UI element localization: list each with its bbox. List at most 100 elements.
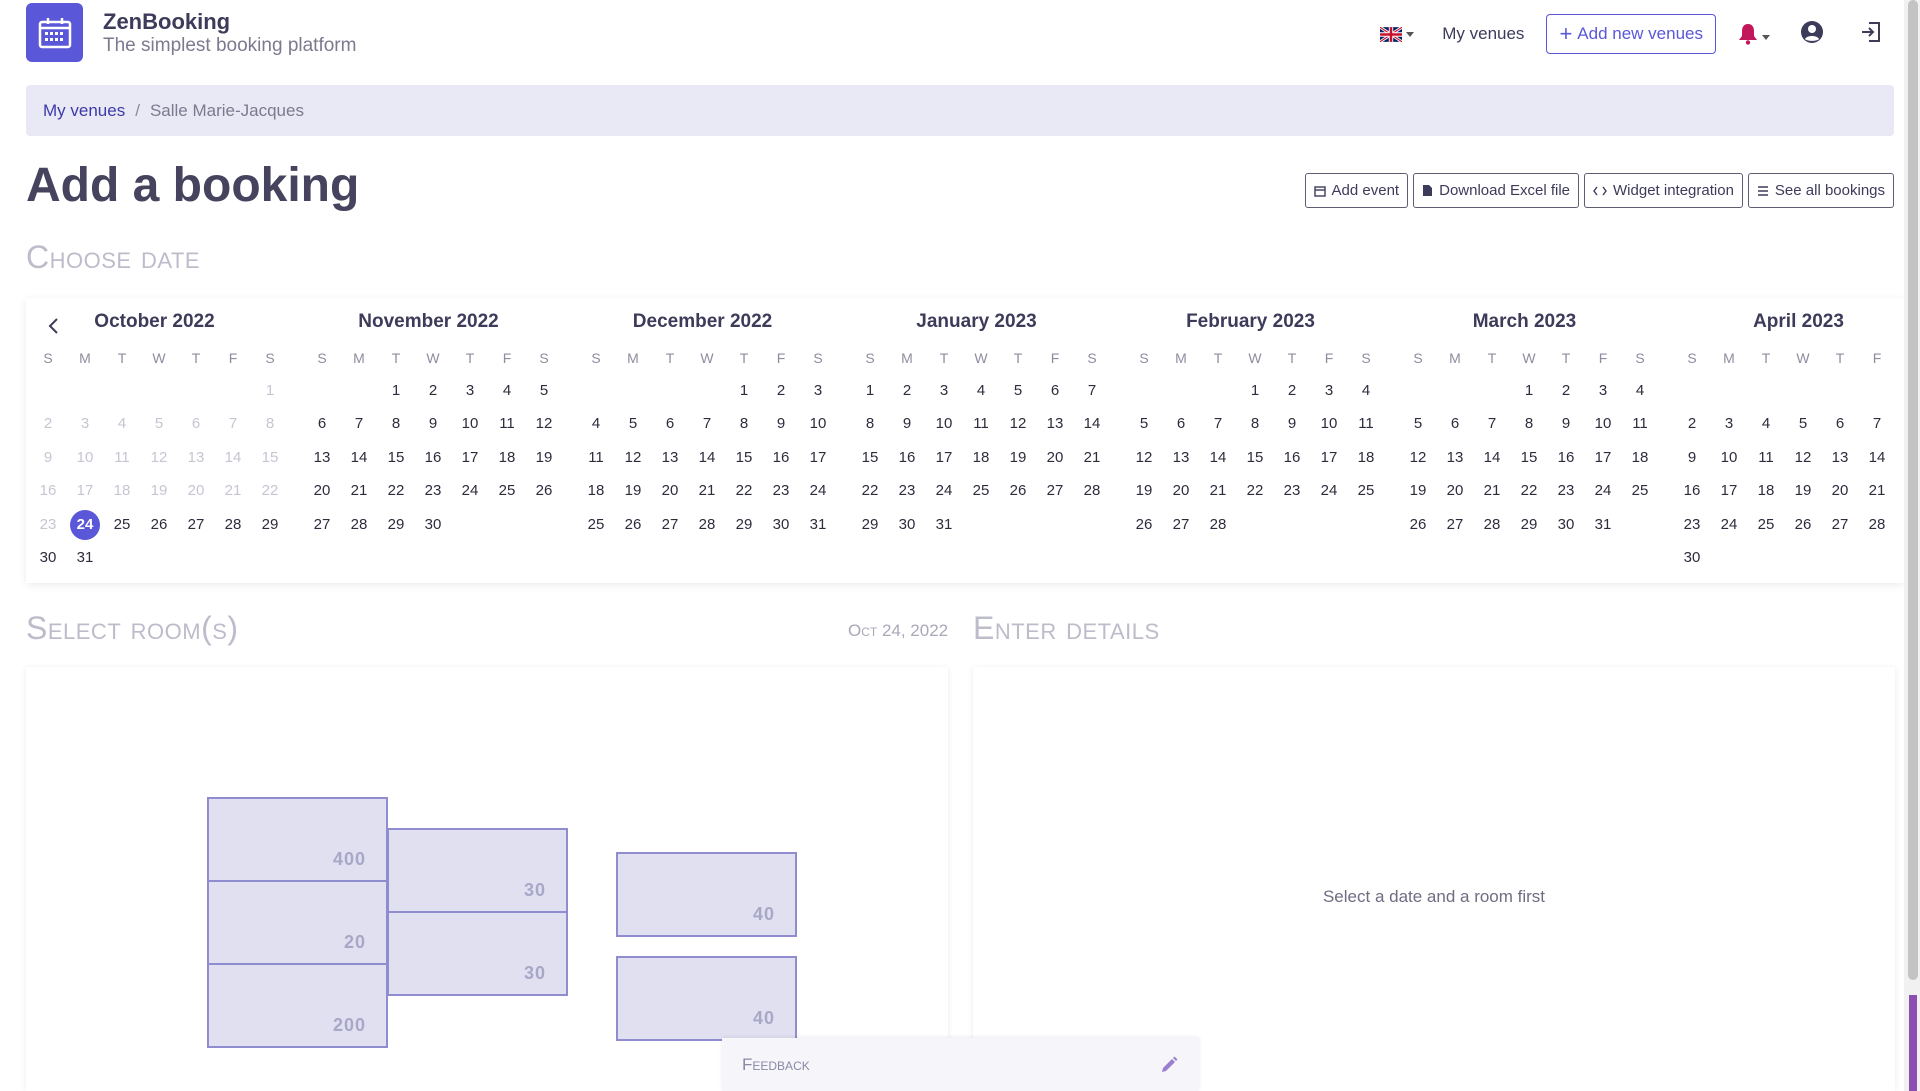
calendar-day[interactable]: 26 (1129, 510, 1159, 540)
calendar-day[interactable]: 27 (1166, 510, 1196, 540)
calendar-day[interactable]: 14 (692, 443, 722, 473)
calendar-day[interactable]: 29 (729, 510, 759, 540)
calendar-day[interactable]: 5 (1003, 376, 1033, 406)
calendar-day[interactable]: 12 (1003, 409, 1033, 439)
calendar-day[interactable]: 24 (1714, 510, 1744, 540)
calendar-day[interactable]: 25 (581, 510, 611, 540)
calendar-day[interactable]: 19 (618, 476, 648, 506)
calendar-day[interactable]: 8 (729, 409, 759, 439)
calendar-day[interactable]: 18 (1625, 443, 1655, 473)
scrollbar-thumb[interactable] (1908, 0, 1918, 980)
calendar-day[interactable]: 19 (1788, 476, 1818, 506)
calendar-day[interactable]: 6 (1166, 409, 1196, 439)
feedback-widget[interactable]: Feedback (722, 1038, 1199, 1091)
calendar-day[interactable]: 26 (144, 510, 174, 540)
calendar-day[interactable]: 14 (1077, 409, 1107, 439)
calendar-day[interactable]: 16 (766, 443, 796, 473)
calendar-day[interactable]: 17 (1314, 443, 1344, 473)
calendar-day[interactable]: 9 (766, 409, 796, 439)
calendar-day[interactable]: 27 (181, 510, 211, 540)
calendar-day[interactable]: 22 (729, 476, 759, 506)
calendar-day[interactable]: 4 (966, 376, 996, 406)
calendar-day[interactable]: 18 (1351, 443, 1381, 473)
calendar-day[interactable]: 9 (1277, 409, 1307, 439)
calendar-day[interactable]: 28 (692, 510, 722, 540)
calendar-day[interactable]: 23 (892, 476, 922, 506)
calendar-day[interactable]: 31 (70, 543, 100, 573)
calendar-day[interactable]: 2 (1551, 376, 1581, 406)
calendar-day[interactable]: 12 (618, 443, 648, 473)
calendar-day[interactable]: 28 (1077, 476, 1107, 506)
calendar-day[interactable]: 7 (1077, 376, 1107, 406)
calendar-day[interactable]: 13 (655, 443, 685, 473)
calendar-day[interactable]: 5 (1788, 409, 1818, 439)
calendar-day[interactable]: 16 (418, 443, 448, 473)
calendar-day[interactable]: 19 (1003, 443, 1033, 473)
calendar-day[interactable]: 1 (381, 376, 411, 406)
calendar-day[interactable]: 16 (892, 443, 922, 473)
calendar-day[interactable]: 3 (455, 376, 485, 406)
calendar-day[interactable]: 28 (344, 510, 374, 540)
breadcrumb-my-venues[interactable]: My venues (43, 101, 125, 121)
my-venues-link[interactable]: My venues (1442, 24, 1524, 44)
room-40-b[interactable]: 40 (616, 956, 797, 1041)
widget-integration-button[interactable]: Widget integration (1584, 173, 1743, 208)
calendar-day[interactable]: 3 (1314, 376, 1344, 406)
calendar-day[interactable]: 4 (581, 409, 611, 439)
calendar-day[interactable]: 13 (1440, 443, 1470, 473)
calendar-day[interactable]: 18 (492, 443, 522, 473)
calendar-day[interactable]: 2 (892, 376, 922, 406)
calendar-day[interactable]: 29 (381, 510, 411, 540)
calendar-day[interactable]: 20 (1440, 476, 1470, 506)
calendar-day[interactable]: 15 (729, 443, 759, 473)
calendar-day[interactable]: 10 (1314, 409, 1344, 439)
calendar-day[interactable]: 30 (33, 543, 63, 573)
calendar-day[interactable]: 24 (70, 509, 100, 540)
calendar-day[interactable]: 7 (692, 409, 722, 439)
calendar-day[interactable]: 20 (1040, 443, 1070, 473)
calendar-day[interactable]: 23 (1277, 476, 1307, 506)
calendar-day[interactable]: 8 (1240, 409, 1270, 439)
calendar-day[interactable]: 14 (1862, 443, 1892, 473)
calendar-day[interactable]: 19 (1403, 476, 1433, 506)
calendar-day[interactable]: 4 (1351, 376, 1381, 406)
calendar-day[interactable]: 5 (1129, 409, 1159, 439)
calendar-day[interactable]: 16 (1551, 443, 1581, 473)
calendar-day[interactable]: 22 (1240, 476, 1270, 506)
calendar-day[interactable]: 21 (1862, 476, 1892, 506)
calendar-day[interactable]: 25 (107, 510, 137, 540)
calendar-day[interactable]: 5 (1403, 409, 1433, 439)
calendar-day[interactable]: 5 (529, 376, 559, 406)
calendar-day[interactable]: 12 (1403, 443, 1433, 473)
calendar-day[interactable]: 1 (855, 376, 885, 406)
calendar-day[interactable]: 9 (1677, 443, 1707, 473)
calendar-day[interactable]: 6 (655, 409, 685, 439)
calendar-day[interactable]: 22 (1514, 476, 1544, 506)
calendar-day[interactable]: 24 (929, 476, 959, 506)
language-dropdown[interactable] (1380, 26, 1415, 42)
calendar-day[interactable]: 6 (1040, 376, 1070, 406)
app-logo[interactable] (26, 3, 83, 62)
notifications-dropdown[interactable] (1738, 23, 1770, 45)
calendar-day[interactable]: 8 (855, 409, 885, 439)
room-200[interactable]: 200 (207, 963, 388, 1048)
calendar-day[interactable]: 13 (1040, 409, 1070, 439)
calendar-day[interactable]: 26 (1003, 476, 1033, 506)
calendar-day[interactable]: 9 (892, 409, 922, 439)
calendar-day[interactable]: 7 (1477, 409, 1507, 439)
calendar-day[interactable]: 7 (1203, 409, 1233, 439)
room-30-a[interactable]: 30 (387, 828, 568, 913)
calendar-day[interactable]: 3 (1588, 376, 1618, 406)
calendar-day[interactable]: 6 (1440, 409, 1470, 439)
calendar-day[interactable]: 20 (655, 476, 685, 506)
calendar-day[interactable]: 30 (1551, 510, 1581, 540)
download-excel-button[interactable]: Download Excel file (1413, 173, 1580, 208)
calendar-day[interactable]: 1 (729, 376, 759, 406)
calendar-day[interactable]: 2 (418, 376, 448, 406)
calendar-day[interactable]: 29 (255, 510, 285, 540)
calendar-day[interactable]: 21 (692, 476, 722, 506)
calendar-day[interactable]: 22 (855, 476, 885, 506)
calendar-day[interactable]: 24 (1588, 476, 1618, 506)
calendar-day[interactable]: 9 (1551, 409, 1581, 439)
calendar-day[interactable]: 12 (1129, 443, 1159, 473)
